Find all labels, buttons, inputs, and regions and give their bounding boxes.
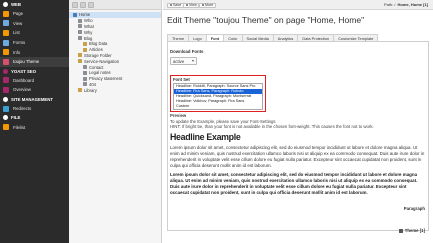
- module-label: YOAST SEO: [11, 68, 37, 74]
- page-icon: [78, 36, 82, 41]
- folder-icon: [83, 41, 87, 46]
- module-label: WEB: [11, 2, 22, 7]
- root-icon: [73, 12, 77, 17]
- record-footer: Theme [1]: [398, 228, 425, 233]
- module-label: List: [13, 30, 20, 36]
- folder-icon: [78, 88, 82, 93]
- preview-area: Preview To update the Example, please sa…: [170, 113, 425, 199]
- tree-node-label: Why: [84, 29, 93, 35]
- folder-icon: [83, 47, 87, 52]
- tree-node-label: Legal notes: [89, 70, 111, 76]
- tree-node-label: What: [84, 23, 94, 29]
- module-item-redirects[interactable]: Redirects: [0, 104, 69, 114]
- hint-text: HINT: If bright be, than your font is no…: [170, 124, 374, 130]
- page-icon: [83, 70, 87, 75]
- module-label: Redirects: [13, 106, 32, 112]
- page-icon: [83, 65, 87, 70]
- module-item-filelist[interactable]: Filelist: [0, 122, 69, 132]
- module-menu: WEB Page View List Forms Info toujou Theme YOAS…: [0, 0, 69, 243]
- folder-icon: [78, 53, 82, 58]
- module-label: SITE MANAGEMENT: [11, 96, 54, 102]
- page-tree: Home Who What Why Blog Blog Data Articles Stora…: [69, 0, 162, 243]
- tree-node-label: Blog Data: [89, 41, 108, 47]
- module-icon: [3, 105, 9, 112]
- module-item-page[interactable]: Page: [0, 9, 69, 19]
- module-label: Dashboard: [13, 77, 35, 83]
- refresh-button[interactable]: [88, 1, 94, 8]
- page-tree-list: Home Who What Why Blog Blog Data Articles Stora…: [69, 10, 161, 93]
- module-group-site-management[interactable]: SITE MANAGEMENT: [0, 95, 69, 104]
- module-group-file[interactable]: FILE: [0, 113, 69, 122]
- module-icon: [3, 58, 9, 65]
- module-label: Info: [13, 49, 21, 55]
- module-icon: [3, 124, 9, 131]
- tree-node-label: Library: [84, 87, 97, 93]
- tree-node[interactable]: Library: [69, 87, 161, 93]
- headline-example: Headline Example: [170, 131, 241, 142]
- module-icon: [3, 39, 9, 46]
- paragraph-label: Paragraph: [404, 206, 425, 211]
- module-label: Filelist: [13, 124, 26, 130]
- tree-node-label: Blog: [84, 35, 93, 41]
- module-icon: [3, 10, 9, 17]
- module-item-toujou-theme[interactable]: toujou Theme: [0, 56, 69, 67]
- module-icon: [3, 77, 9, 84]
- module-item-info[interactable]: Info: [0, 47, 69, 57]
- page-icon: [83, 76, 87, 81]
- download-fonts-select[interactable]: active: [170, 57, 197, 65]
- download-fonts-label: Download Fonts: [170, 49, 204, 54]
- group-icon: [3, 96, 8, 102]
- paragraph-regular: Lorem ipsum dolor sit amet, consectetur …: [170, 144, 425, 168]
- chevron-down-icon: [192, 60, 194, 62]
- module-label: Overview: [13, 87, 31, 93]
- theme-icon: [398, 228, 403, 233]
- tree-node-label: 404: [89, 81, 96, 87]
- font-set-highlight: Font Set Headline: Rokkitt, Paragraph: S…: [170, 75, 266, 112]
- record-label[interactable]: Theme [1]: [405, 228, 425, 233]
- group-icon: [3, 68, 8, 74]
- module-label: Page: [13, 11, 24, 17]
- module-item-view[interactable]: View: [0, 19, 69, 29]
- tree-node-label: Storage Folder: [84, 52, 112, 58]
- module-label: FILE: [11, 115, 21, 121]
- page-tree-toolbar: [69, 0, 161, 10]
- module-item-list[interactable]: List: [0, 28, 69, 38]
- module-item-overview[interactable]: Overview: [0, 85, 69, 95]
- module-group-yoast-seo[interactable]: YOAST SEO: [0, 67, 69, 76]
- module-group-web[interactable]: WEB: [0, 0, 69, 9]
- font-set-option[interactable]: Custom: [174, 104, 262, 109]
- module-label: toujou Theme: [13, 59, 40, 65]
- filter-button[interactable]: [80, 1, 86, 8]
- tree-node-label: Home: [79, 12, 91, 18]
- new-page-button[interactable]: [72, 1, 78, 8]
- page-icon: [78, 30, 82, 35]
- tree-node-label: Contact: [89, 64, 104, 70]
- tree-node-label: Service-Navigation: [84, 58, 120, 64]
- group-icon: [3, 115, 8, 121]
- paragraph-bold: Lorem ipsum dolor sit amet, consectetur …: [170, 171, 418, 195]
- font-tab-content: Download Fonts active Font Set Headline:…: [163, 0, 433, 243]
- font-set-option[interactable]: Headline: Quicksand, Paragraph: Montserr…: [174, 94, 262, 99]
- module-label: View: [13, 20, 23, 26]
- module-label: Forms: [13, 40, 26, 46]
- module-item-forms[interactable]: Forms: [0, 38, 69, 48]
- module-icon: [3, 49, 9, 56]
- font-set-listbox[interactable]: Headline: Rokkitt, Paragraph: Source San…: [173, 83, 263, 110]
- page-icon: [78, 18, 82, 23]
- folder-icon: [78, 59, 82, 64]
- tree-node-label: Privacy statement: [89, 76, 123, 82]
- module-icon: [3, 29, 9, 36]
- paragraph-suffix: Paragraph: [403, 206, 425, 211]
- module-icon: [3, 20, 9, 27]
- tree-node-label: Articles: [89, 47, 103, 53]
- font-set-label: Font Set: [173, 77, 190, 82]
- page-icon: [78, 24, 82, 29]
- page-icon: [83, 82, 87, 87]
- group-icon: [3, 2, 8, 7]
- tree-node-label: Who: [84, 18, 93, 24]
- module-icon: [3, 86, 9, 93]
- module-item-dashboard[interactable]: Dashboard: [0, 76, 69, 86]
- download-fonts-value: active: [173, 58, 185, 64]
